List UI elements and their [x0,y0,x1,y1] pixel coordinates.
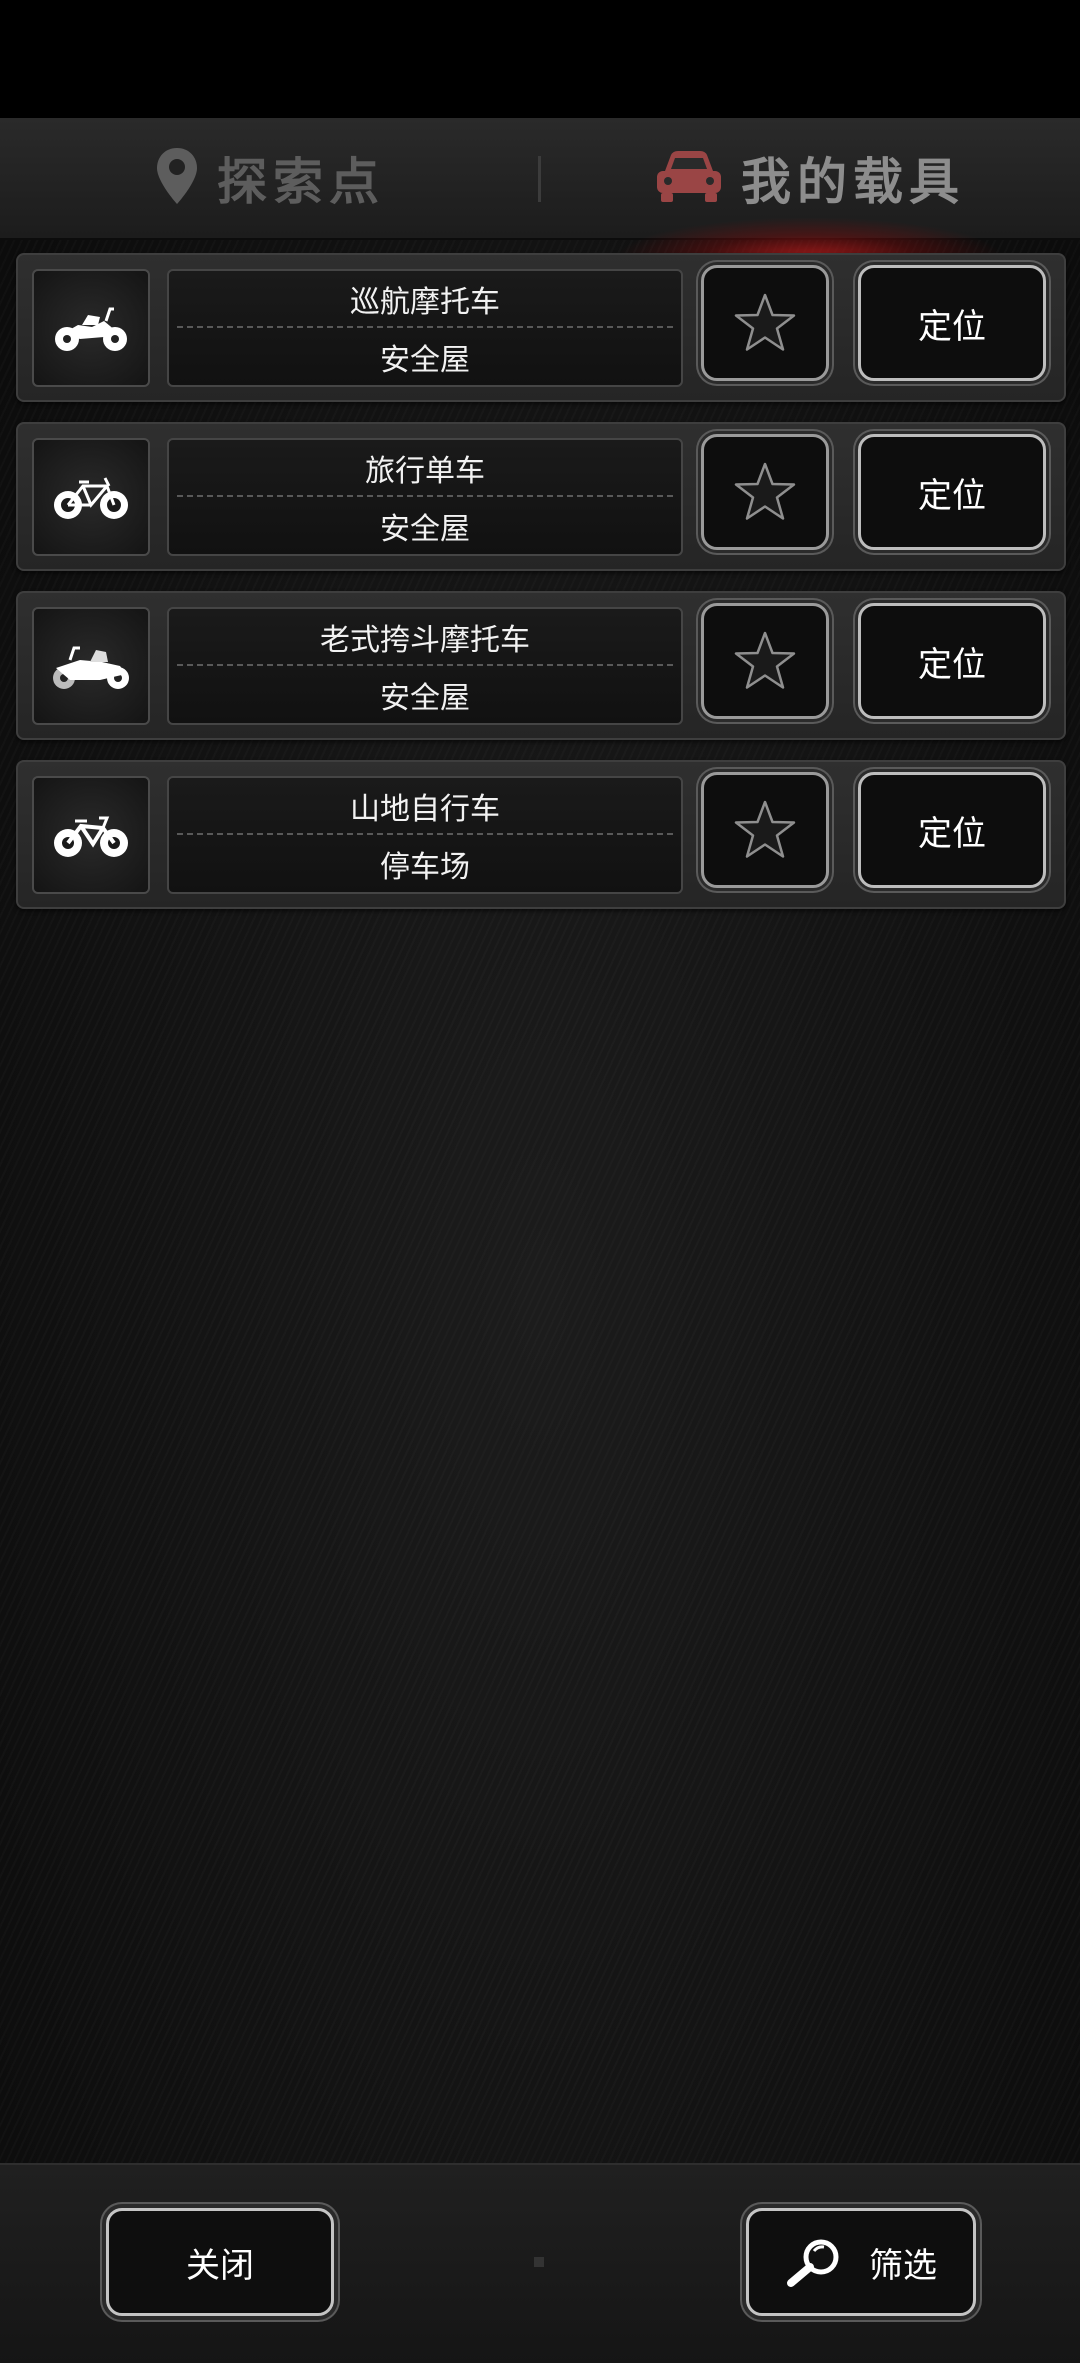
vehicle-row: 老式挎斗摩托车 安全屋 定位 [16,591,1066,740]
locate-button[interactable]: 定位 [858,434,1046,550]
location-pin-icon [155,146,199,210]
vehicle-list: 巡航摩托车 安全屋 定位 旅行单车 安全屋 定位 老式挎斗摩托车 安全屋 定位 … [16,253,1066,929]
vehicle-location: 安全屋 [380,343,470,378]
vehicle-location: 安全屋 [380,681,470,716]
filter-label: 筛选 [869,2245,937,2286]
locate-button[interactable]: 定位 [858,603,1046,719]
favorite-button[interactable] [701,603,829,719]
vehicle-name: 旅行单车 [365,454,485,489]
vehicle-name: 山地自行车 [350,792,500,827]
favorite-button[interactable] [701,772,829,888]
info-divider [177,664,673,666]
bottom-bar: 关闭 筛选 [0,2163,1080,2363]
tab-bar: 探索点 我的载具 [0,118,1080,258]
locate-button[interactable]: 定位 [858,772,1046,888]
favorite-button[interactable] [701,434,829,550]
vehicle-screen: 探索点 我的载具 巡航摩托车 安全屋 定位 旅行单车 安全屋 定位 老式挎斗摩托… [0,0,1080,2363]
close-button[interactable]: 关闭 [106,2208,334,2316]
vehicle-info: 旅行单车 安全屋 [167,438,683,556]
star-icon [734,800,796,858]
cruiser-motorcycle-icon [32,269,150,387]
tab-explore[interactable]: 探索点 [0,118,540,238]
favorite-button[interactable] [701,265,829,381]
vehicle-location: 安全屋 [380,512,470,547]
sidecar-motorcycle-icon [32,607,150,725]
star-icon [734,631,796,689]
vehicle-location: 停车场 [380,850,470,885]
vehicle-row: 旅行单车 安全屋 定位 [16,422,1066,571]
page-indicator [534,2257,544,2267]
car-icon [655,149,723,207]
touring-bicycle-icon [32,438,150,556]
info-divider [177,833,673,835]
vehicle-row: 山地自行车 停车场 定位 [16,760,1066,909]
vehicle-name: 老式挎斗摩托车 [320,623,530,658]
filter-button[interactable]: 筛选 [746,2208,976,2316]
info-divider [177,495,673,497]
magnifier-icon [787,2239,839,2287]
vehicle-info: 巡航摩托车 安全屋 [167,269,683,387]
tab-explore-label: 探索点 [217,153,385,211]
vehicle-info: 山地自行车 停车场 [167,776,683,894]
star-icon [734,462,796,520]
active-tab-glow [620,218,1000,258]
vehicle-info: 老式挎斗摩托车 安全屋 [167,607,683,725]
vehicle-row: 巡航摩托车 安全屋 定位 [16,253,1066,402]
status-bar [0,0,1080,118]
vehicle-name: 巡航摩托车 [350,285,500,320]
info-divider [177,326,673,328]
locate-button[interactable]: 定位 [858,265,1046,381]
star-icon [734,293,796,351]
tab-my-vehicles-label: 我的载具 [741,153,965,211]
mountain-bike-icon [32,776,150,894]
